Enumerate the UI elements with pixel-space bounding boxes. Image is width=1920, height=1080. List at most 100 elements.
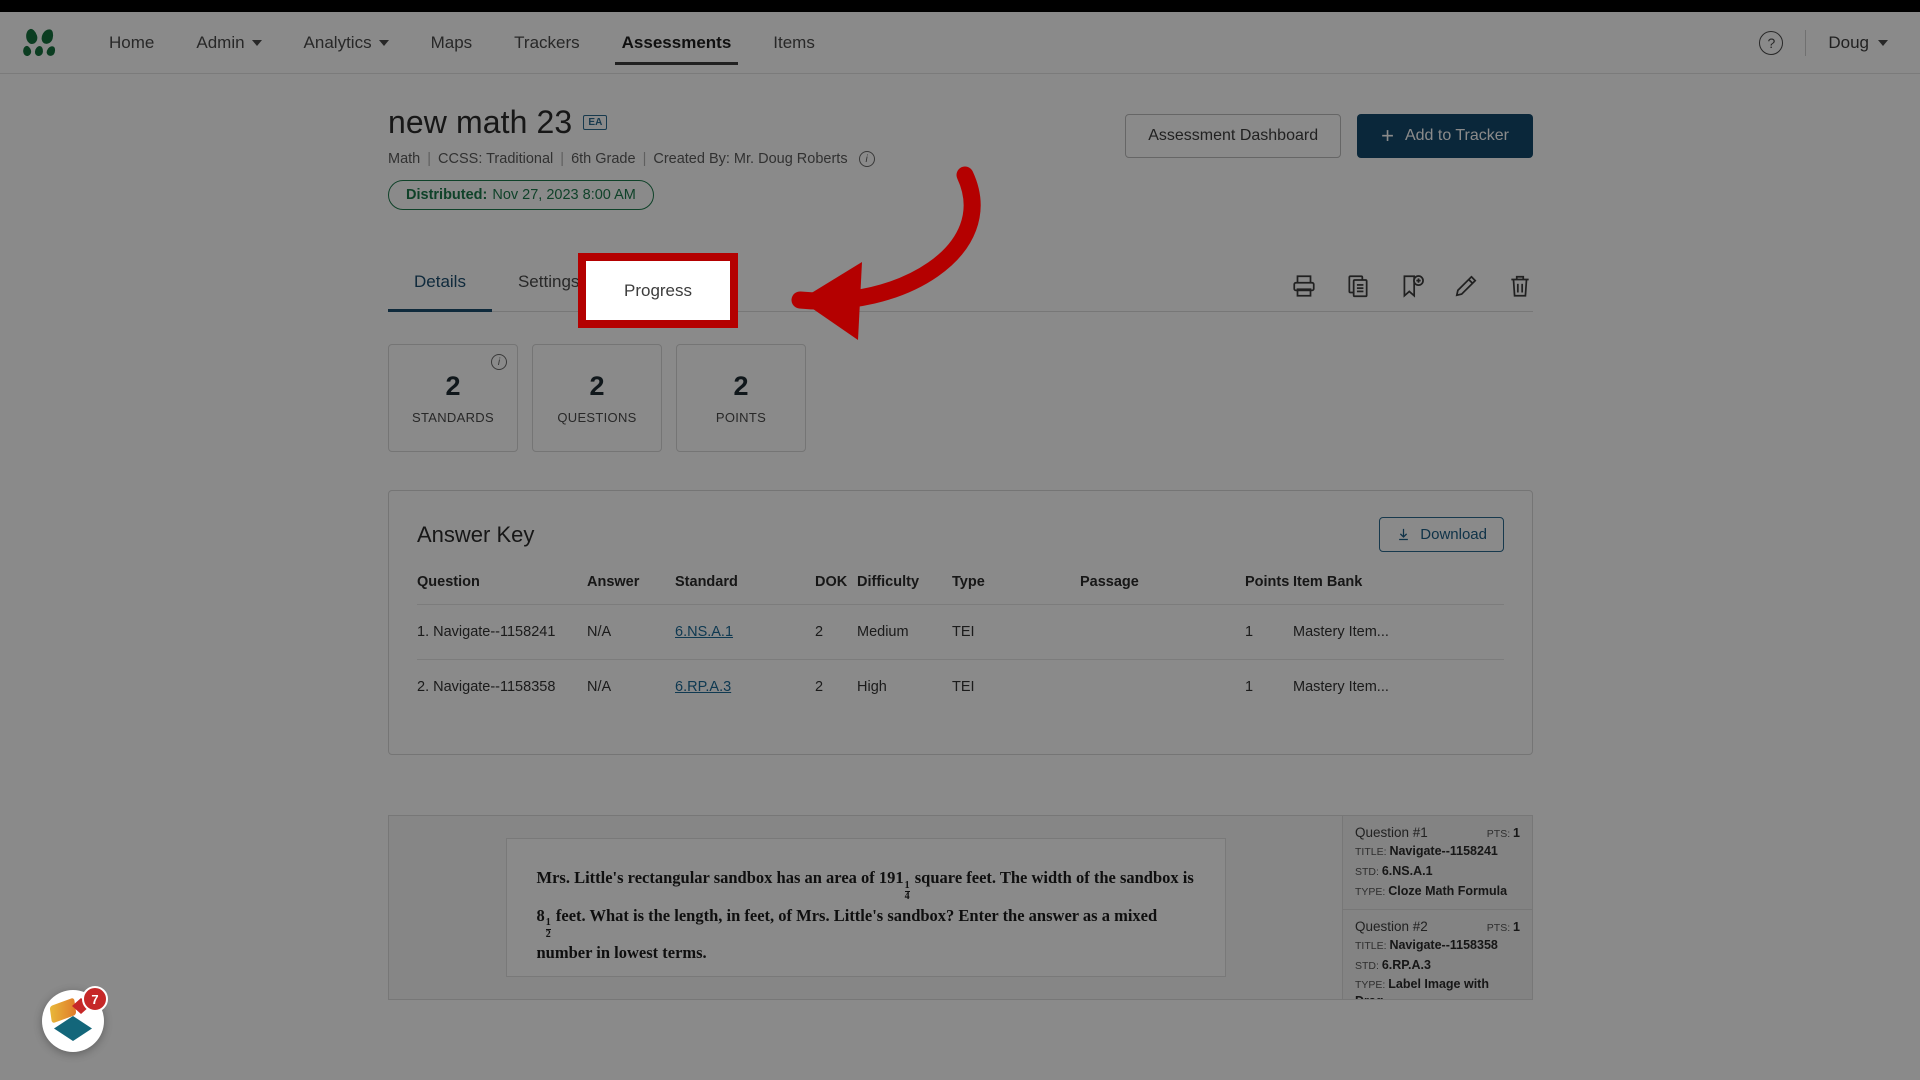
cell-difficulty: High <box>857 659 952 714</box>
nav-item-trackers[interactable]: Trackers <box>493 12 601 74</box>
question-text-card: Mrs. Little's rectangular sandbox has an… <box>505 838 1226 977</box>
col-header-points: Points <box>1245 574 1290 590</box>
nav-item-home[interactable]: Home <box>88 12 175 74</box>
stat-value: 2 <box>445 371 461 401</box>
col-header-dok: DOK <box>815 574 848 590</box>
question-number: Question #1 <box>1355 825 1428 840</box>
list-item[interactable]: Question #2 PTS: 1 TITLE: Navigate--1158… <box>1343 910 1532 999</box>
question-std-line: STD: 6.NS.A.1 <box>1355 863 1433 878</box>
top-black-bar <box>0 0 1920 12</box>
download-label: Download <box>1420 526 1487 543</box>
cell-type: TEI <box>952 604 1080 660</box>
add-to-tracker-button[interactable]: + Add to Tracker <box>1357 114 1533 158</box>
leaf-cluster-logo-icon[interactable] <box>21 27 58 58</box>
stat-label: POINTS <box>715 410 767 425</box>
question-type-line: TYPE: Label Image with Drag <box>1355 977 1489 999</box>
col-header-answer: Answer <box>587 574 640 590</box>
page-header-row: new math 23 EA Math | CCSS: Traditional |… <box>388 74 1533 210</box>
stat-card-questions: 2 QUESTIONS <box>532 344 662 452</box>
notification-badge: 7 <box>82 986 108 1012</box>
nav-label: Home <box>109 32 155 52</box>
nav-label: Trackers <box>514 32 580 52</box>
user-menu[interactable]: Doug <box>1828 33 1888 53</box>
question-points: PTS: 1 <box>1486 826 1520 840</box>
cell-standard: 6.RP.A.3 <box>675 659 815 714</box>
content-inner: new math 23 EA Math | CCSS: Traditional |… <box>388 74 1533 1000</box>
cell-standard: 6.NS.A.1 <box>675 604 815 660</box>
answer-key-header: Answer Key Download <box>417 517 1504 552</box>
chevron-down-icon <box>251 39 262 46</box>
cell-passage <box>1080 659 1245 714</box>
nav-label: Admin <box>196 32 245 52</box>
tab-label: Details <box>414 272 466 291</box>
tab-progress[interactable]: Progress <box>605 253 725 311</box>
nav-item-maps[interactable]: Maps <box>410 12 494 74</box>
meta-separator: | <box>642 151 647 167</box>
duplicate-icon[interactable] <box>1345 273 1371 299</box>
meta-separator: | <box>427 151 432 167</box>
fraction-one-half: 12 <box>545 917 551 940</box>
question-row-top: Question #1 PTS: 1 <box>1355 825 1520 840</box>
question-type-line: TYPE: Cloze Math Formula <box>1355 883 1508 898</box>
app-page: Home Admin Analytics Maps Trackers Asses… <box>0 0 1920 1080</box>
cell-answer: N/A <box>587 659 675 714</box>
col-header-standard: Standard <box>675 574 738 590</box>
question-mark-icon[interactable]: ? <box>1759 30 1784 55</box>
tab-settings[interactable]: Settings <box>492 253 605 311</box>
question-row-top: Question #2 PTS: 1 <box>1355 919 1520 934</box>
nav-label: Analytics <box>303 32 372 52</box>
stat-card-points: 2 POINTS <box>676 344 806 452</box>
preview-question-list: Question #1 PTS: 1 TITLE: Navigate--1158… <box>1342 816 1532 999</box>
help-widget-fab[interactable]: 7 <box>42 986 108 1052</box>
add-to-tracker-label: Add to Tracker <box>1404 127 1509 144</box>
delete-trash-icon[interactable] <box>1507 273 1533 299</box>
ea-badge: EA <box>583 115 608 130</box>
table-header-row: Question Answer Standard DOK Difficulty … <box>417 574 1504 605</box>
assessment-preview: Mrs. Little's rectangular sandbox has an… <box>388 815 1533 1000</box>
preview-question-pane: Mrs. Little's rectangular sandbox has an… <box>389 816 1342 999</box>
col-header-question: Question <box>417 574 480 590</box>
user-name-label: Doug <box>1828 32 1869 52</box>
col-header-difficulty: Difficulty <box>857 574 920 590</box>
cell-points: 1 <box>1245 659 1293 714</box>
nav-item-items[interactable]: Items <box>752 12 836 74</box>
standard-link[interactable]: 6.NS.A.1 <box>675 624 733 640</box>
list-item[interactable]: Question #1 PTS: 1 TITLE: Navigate--1158… <box>1343 816 1532 910</box>
cell-type: TEI <box>952 659 1080 714</box>
download-icon <box>1399 528 1409 541</box>
download-button[interactable]: Download <box>1379 517 1504 552</box>
table-head: Question Answer Standard DOK Difficulty … <box>417 574 1504 605</box>
question-points: PTS: 1 <box>1486 919 1520 934</box>
header-actions: Assessment Dashboard + Add to Tracker <box>1125 104 1533 158</box>
stat-value: 2 <box>589 371 605 401</box>
nav-label: Assessments <box>621 32 732 52</box>
bookmark-add-icon[interactable] <box>1399 273 1425 299</box>
assessment-dashboard-button[interactable]: Assessment Dashboard <box>1125 114 1342 158</box>
stat-label: STANDARDS <box>412 410 494 425</box>
cell-item-bank: Mastery Item... <box>1293 604 1504 660</box>
cell-points: 1 <box>1245 604 1293 660</box>
cell-dok: 2 <box>815 604 857 660</box>
tab-bar: Details Settings Progress <box>388 252 1533 312</box>
cell-answer: N/A <box>587 604 675 660</box>
table-row: 2. Navigate--1158358 N/A 6.RP.A.3 2 High… <box>417 659 1504 714</box>
meta-standard-set: CCSS: Traditional <box>438 151 554 167</box>
print-icon[interactable] <box>1291 273 1317 299</box>
nav-item-admin[interactable]: Admin <box>175 12 282 74</box>
nav-item-analytics[interactable]: Analytics <box>283 12 410 74</box>
info-icon[interactable]: i <box>858 151 875 167</box>
edit-pencil-icon[interactable] <box>1453 273 1479 299</box>
assessment-toolbar <box>1291 273 1533 311</box>
page-title: new math 23 EA <box>388 104 875 141</box>
distributed-value: Nov 27, 2023 8:00 AM <box>492 187 636 203</box>
tab-details[interactable]: Details <box>388 253 492 312</box>
meta-separator: | <box>560 151 565 167</box>
info-icon[interactable]: i <box>491 354 507 370</box>
nav-item-assessments[interactable]: Assessments <box>601 12 753 74</box>
cell-difficulty: Medium <box>857 604 952 660</box>
nav-links: Home Admin Analytics Maps Trackers Asses… <box>88 12 836 74</box>
nav-divider <box>1805 29 1807 56</box>
plus-icon: + <box>1381 123 1394 148</box>
standard-link[interactable]: 6.RP.A.3 <box>675 679 731 695</box>
page-content: new math 23 EA Math | CCSS: Traditional |… <box>0 74 1920 1000</box>
